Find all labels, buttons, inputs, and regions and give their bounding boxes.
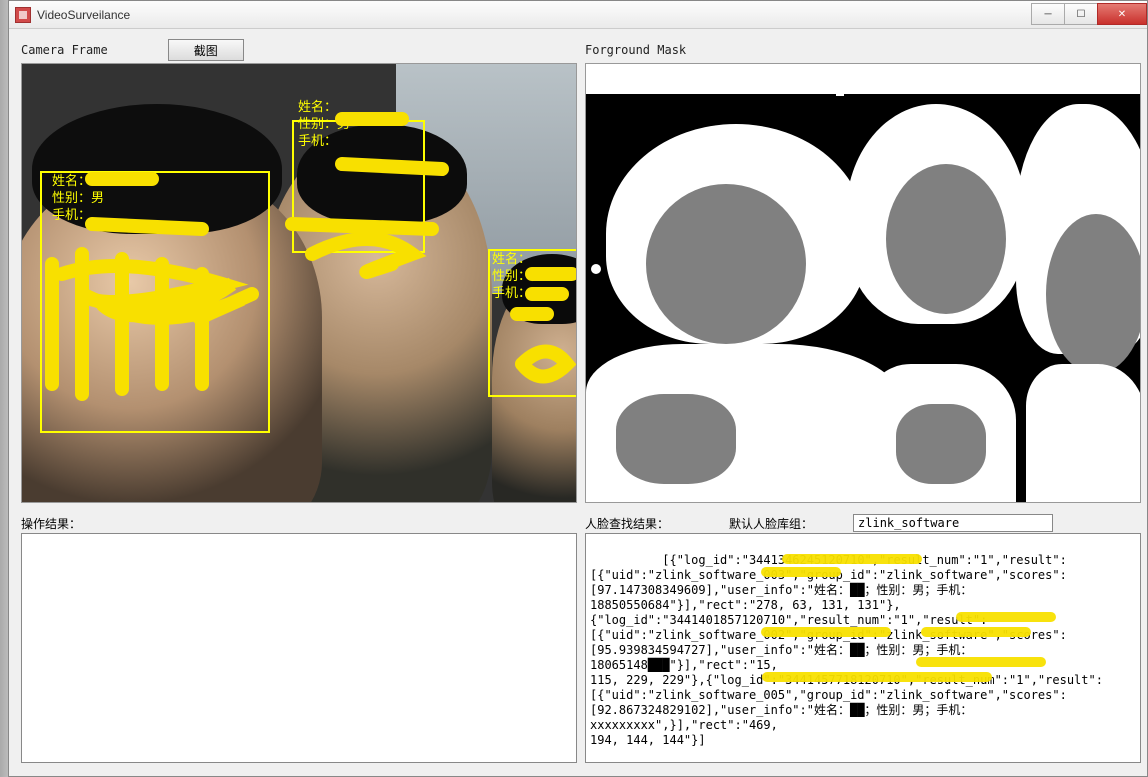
face-search-result-label: 人脸查找结果： [585, 515, 669, 532]
close-button[interactable]: ✕ [1097, 3, 1147, 25]
operation-result-label: 操作结果： [21, 515, 81, 532]
app-icon [15, 7, 31, 23]
app-window: VideoSurveilance ─ ☐ ✕ Camera Frame 截图 [8, 0, 1148, 777]
window-controls: ─ ☐ ✕ [1032, 1, 1147, 28]
foreground-mask-label: Forground Mask [585, 43, 686, 57]
foreground-mask [585, 63, 1141, 503]
default-face-group-label: 默认人脸库组： [729, 515, 813, 532]
face-label-2: 姓名： 性别：男 手机： [298, 100, 350, 151]
minimize-button[interactable]: ─ [1031, 3, 1065, 25]
face-search-result-box[interactable]: [{"log_id":"3441346245120710","result_nu… [585, 533, 1141, 763]
face-label-1: 姓名： 性别：男 手机： [52, 174, 104, 225]
default-face-group-input[interactable] [853, 514, 1053, 532]
client-area: Camera Frame 截图 姓名： 性别：男 手机： [9, 29, 1147, 771]
window-title: VideoSurveilance [37, 8, 1032, 22]
camera-frame: 姓名： 性别：男 手机： 姓名： 性别：男 手机： 姓名： 性别：男 手机： [21, 63, 577, 503]
camera-frame-label: Camera Frame [21, 43, 108, 57]
face-label-3: 姓名： 性别：男 手机： [492, 252, 544, 303]
face-search-result-text: [{"log_id":"3441346245120710","result_nu… [590, 553, 1103, 747]
desktop-strip [0, 0, 8, 777]
operation-result-box[interactable] [21, 533, 577, 763]
maximize-button[interactable]: ☐ [1064, 3, 1098, 25]
screenshot-button[interactable]: 截图 [168, 39, 244, 61]
titlebar[interactable]: VideoSurveilance ─ ☐ ✕ [9, 1, 1147, 29]
